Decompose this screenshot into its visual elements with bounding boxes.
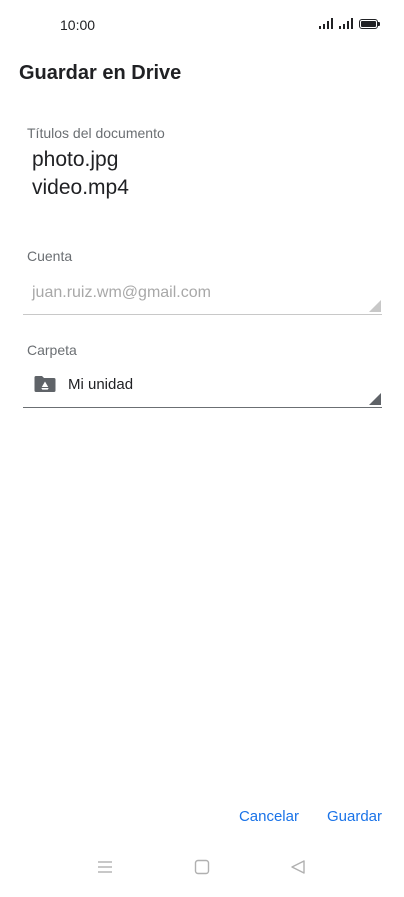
document-item: photo.jpg bbox=[32, 148, 119, 171]
status-time: 10:00 bbox=[60, 17, 96, 33]
account-select[interactable]: juan.ruiz.wm@gmail.com bbox=[23, 284, 382, 315]
status-bar: 10:00 bbox=[0, 0, 404, 52]
folder-label: Carpeta bbox=[27, 342, 77, 358]
dropdown-arrow-icon bbox=[369, 393, 381, 405]
drive-folder-icon bbox=[34, 376, 56, 392]
menu-icon[interactable] bbox=[93, 855, 117, 879]
folder-select[interactable]: Mi unidad bbox=[23, 375, 382, 408]
save-to-drive-screen: 10:00 Guardar en Drive Títulos del docum… bbox=[0, 0, 404, 897]
account-label: Cuenta bbox=[27, 248, 73, 264]
folder-row: Mi unidad bbox=[34, 375, 133, 393]
home-icon[interactable] bbox=[190, 855, 214, 879]
navigation-bar bbox=[0, 841, 404, 897]
documents-list: photo.jpg video.mp4 bbox=[32, 146, 129, 202]
status-icons bbox=[319, 18, 380, 29]
back-icon[interactable] bbox=[286, 855, 310, 879]
dialog-actions: Cancelar Guardar bbox=[239, 806, 382, 827]
folder-value: Mi unidad bbox=[68, 375, 134, 393]
document-item: video.mp4 bbox=[32, 176, 129, 199]
dialog-title: Guardar en Drive bbox=[19, 62, 182, 84]
battery-icon bbox=[359, 18, 380, 29]
signal-icon bbox=[319, 18, 333, 29]
cancel-button[interactable]: Cancelar bbox=[239, 806, 299, 827]
documents-label: Títulos del documento bbox=[27, 125, 165, 141]
dropdown-arrow-icon bbox=[369, 300, 381, 312]
account-value: juan.ruiz.wm@gmail.com bbox=[32, 284, 211, 301]
save-button[interactable]: Guardar bbox=[327, 806, 382, 827]
signal-icon bbox=[339, 18, 353, 29]
